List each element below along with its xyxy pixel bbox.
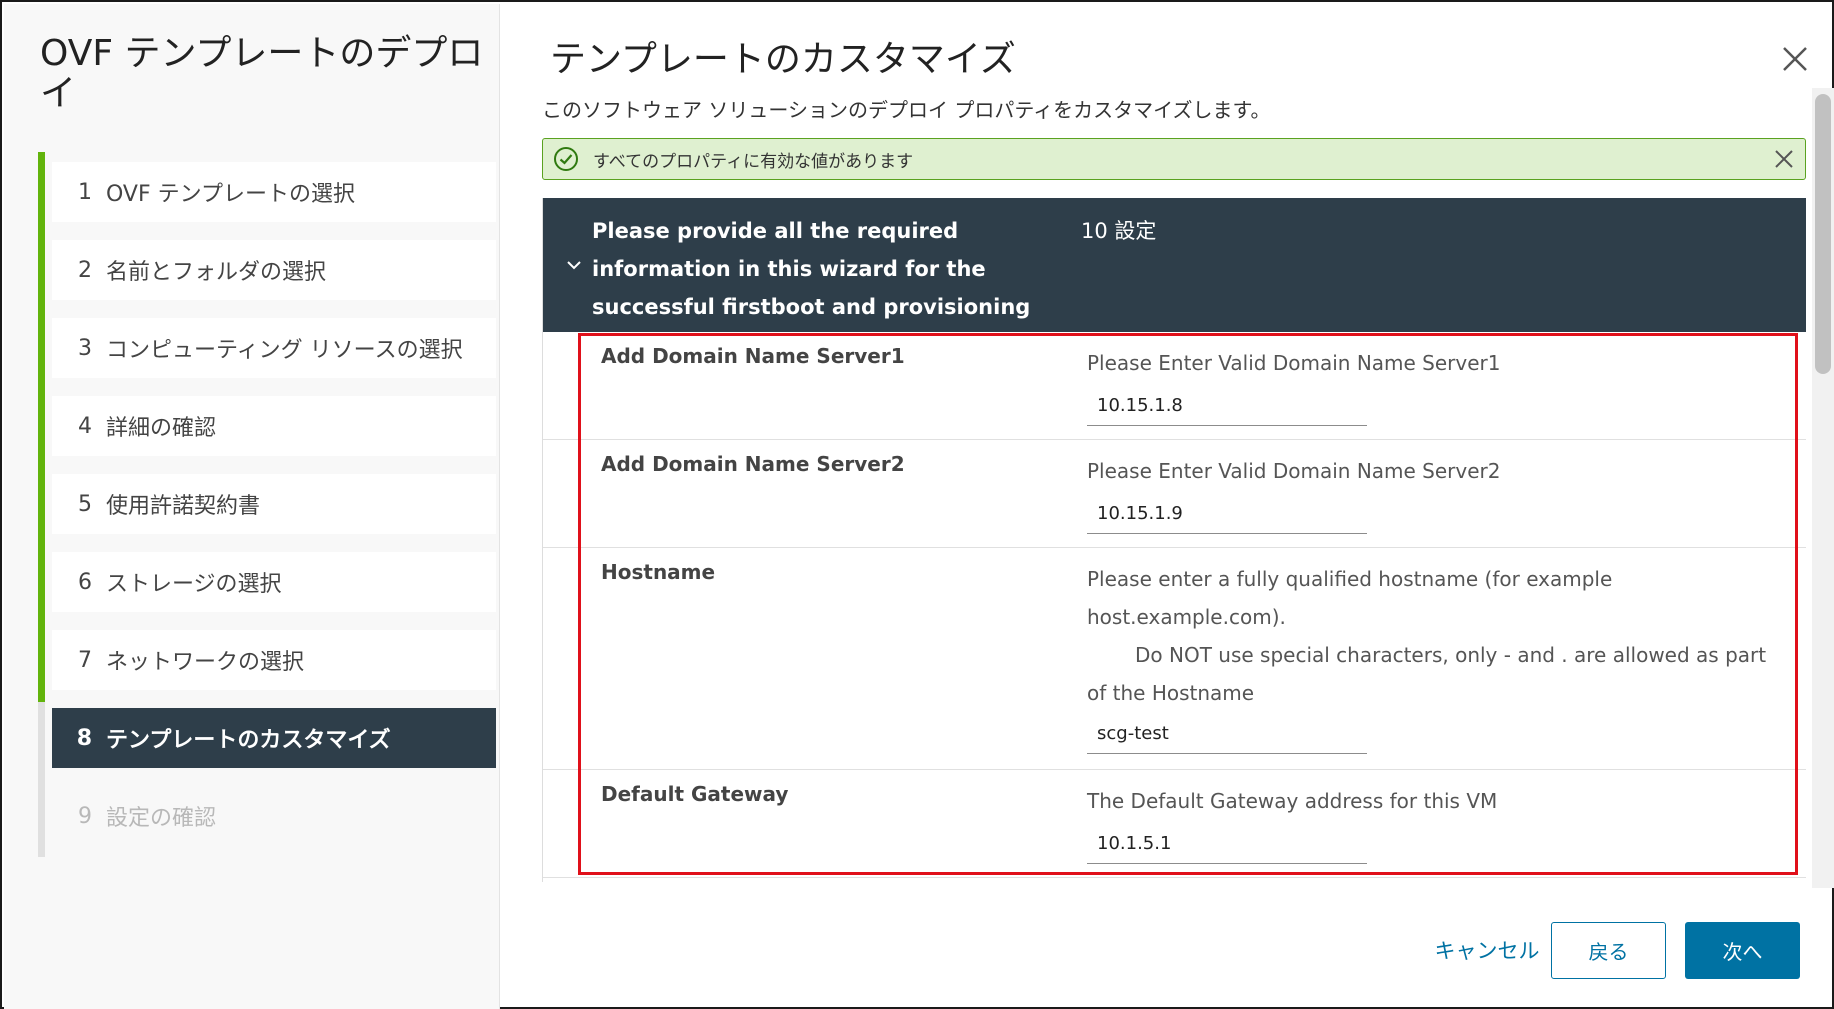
progress-bar <box>38 152 45 702</box>
step-5[interactable]: 5 使用許諾契約書 <box>52 474 496 534</box>
step-number: 6 <box>78 569 92 595</box>
step-3[interactable]: 3 コンピューティング リソースの選択 <box>52 318 496 378</box>
property-description: Please Enter Valid Domain Name Server1 <box>1087 351 1501 375</box>
step-number: 5 <box>78 491 92 517</box>
table-row: Add Domain Name Server1 Please Enter Val… <box>543 332 1806 440</box>
property-description: Please enter a fully qualified hostname … <box>1087 560 1787 712</box>
scrollbar[interactable] <box>1812 88 1834 888</box>
page-title: テンプレートのカスタマイズ <box>550 39 1016 80</box>
next-button[interactable]: 次へ <box>1685 922 1800 979</box>
group-header[interactable]: Please provide all the required informat… <box>543 198 1806 357</box>
step-2[interactable]: 2 名前とフォルダの選択 <box>52 240 496 300</box>
scroll-thumb[interactable] <box>1815 94 1831 374</box>
page-subtitle: このソフトウェア ソリューションのデプロイ プロパティをカスタマイズします。 <box>542 98 1271 122</box>
step-number: 1 <box>78 179 92 205</box>
step-label: テンプレートのカスタマイズ <box>106 728 391 753</box>
cancel-button[interactable]: キャンセル <box>1412 922 1562 978</box>
step-number: 3 <box>78 335 92 361</box>
close-icon[interactable] <box>1773 148 1795 170</box>
table-row: Add Domain Name Server2 Please Enter Val… <box>543 440 1806 548</box>
step-label: 詳細の確認 <box>106 416 217 441</box>
gateway-input[interactable] <box>1087 824 1367 864</box>
close-icon[interactable] <box>1778 42 1812 76</box>
step-8-active[interactable]: 8 テンプレートのカスタマイズ <box>52 708 496 768</box>
progress-track <box>38 702 45 857</box>
step-number: 8 <box>76 725 92 751</box>
properties-table: Please provide all the required informat… <box>542 198 1806 882</box>
property-label: Add Domain Name Server1 <box>601 344 905 368</box>
step-number: 7 <box>78 647 92 673</box>
step-label: ネットワークの選択 <box>106 650 305 675</box>
step-1[interactable]: 1 OVF テンプレートの選択 <box>52 162 496 222</box>
check-circle-icon <box>554 147 578 171</box>
wizard-title: OVF テンプレートのデプロイ <box>40 33 484 114</box>
property-label: Hostname <box>601 560 716 584</box>
step-label: コンピューティング リソースの選択 <box>106 338 463 363</box>
dns1-input[interactable] <box>1087 386 1367 426</box>
hostname-input[interactable] <box>1087 714 1367 754</box>
group-count: 10 設定 <box>1081 219 1157 243</box>
property-label: Default Gateway <box>601 782 789 806</box>
property-label: Add Domain Name Server2 <box>601 452 905 476</box>
property-description: The Default Gateway address for this VM <box>1087 789 1498 813</box>
step-label: 設定の確認 <box>106 806 217 831</box>
success-alert: すべてのプロパティに有効な値があります <box>542 138 1806 180</box>
step-7[interactable]: 7 ネットワークの選択 <box>52 630 496 690</box>
table-row: Hostname Please enter a fully qualified … <box>543 548 1806 770</box>
step-label: 使用許諾契約書 <box>106 494 261 519</box>
step-label: 名前とフォルダの選択 <box>106 260 327 285</box>
alert-message: すべてのプロパティに有効な値があります <box>593 151 914 172</box>
step-number: 9 <box>78 803 92 829</box>
back-button[interactable]: 戻る <box>1551 922 1666 979</box>
dns2-input[interactable] <box>1087 494 1367 534</box>
table-row: Default Gateway The Default Gateway addr… <box>543 770 1806 878</box>
step-number: 4 <box>78 413 92 439</box>
description-line: Please enter a fully qualified hostname … <box>1087 567 1613 629</box>
step-label: ストレージの選択 <box>106 572 282 597</box>
step-label: OVF テンプレートの選択 <box>106 182 355 207</box>
wizard-dialog: OVF テンプレートのデプロイ 1 OVF テンプレートの選択 2 名前とフォル… <box>0 0 1834 1009</box>
chevron-down-icon[interactable] <box>565 256 583 274</box>
step-number: 2 <box>78 257 92 283</box>
description-line: Do NOT use special characters, only - an… <box>1087 643 1767 705</box>
step-6[interactable]: 6 ストレージの選択 <box>52 552 496 612</box>
property-description: Please Enter Valid Domain Name Server2 <box>1087 459 1501 483</box>
step-4[interactable]: 4 詳細の確認 <box>52 396 496 456</box>
step-9: 9 設定の確認 <box>52 786 496 846</box>
